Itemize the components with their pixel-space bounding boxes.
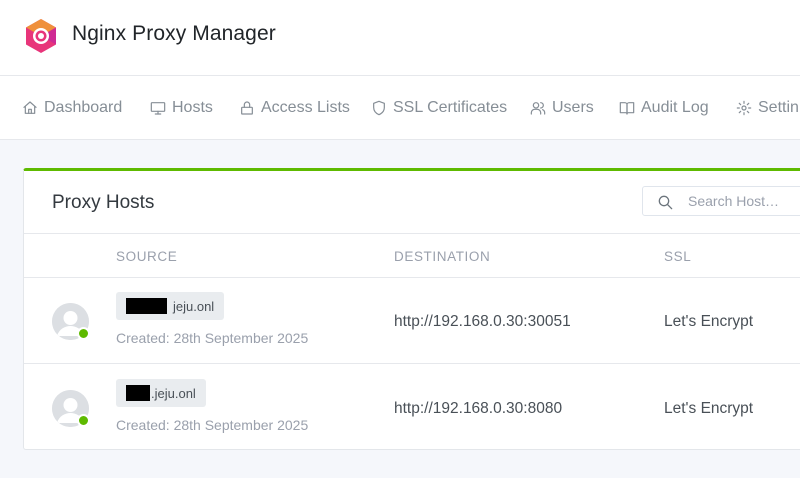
nav-item-access-lists[interactable]: Access Lists [239,97,350,119]
main-nav: Dashboard Hosts Access Lists SSL Certifi… [0,76,800,140]
nav-item-dashboard[interactable]: Dashboard [22,97,122,119]
monitor-icon [150,102,166,115]
card-title: Proxy Hosts [52,192,155,213]
search-icon [658,195,673,210]
app-title[interactable]: Nginx Proxy Manager [72,22,276,46]
destination-url: http://192.168.0.30:30051 [394,313,571,330]
redacted-block [126,298,167,314]
domain-text: jeju.onl [173,298,215,314]
app-logo-icon[interactable] [24,18,58,54]
search-input[interactable] [688,192,800,210]
home-icon [23,101,37,114]
domain-text: .jeju.onl [151,385,196,401]
book-open-icon [619,102,635,115]
proxy-hosts-card: Proxy Hosts SOURCE DESTINATION SSL jeju.… [23,168,800,450]
created-date: Created: 28th September 2025 [116,417,309,433]
domain-tag[interactable]: jeju.onl [116,292,225,320]
nav-item-label: Hosts [172,99,213,116]
destination-url: http://192.168.0.30:8080 [394,400,563,417]
ssl-provider: Let's Encrypt [664,313,754,330]
column-header-ssl[interactable]: SSL [664,249,691,264]
table-header: SOURCE DESTINATION SSL [24,233,800,278]
status-online-indicator [77,327,90,340]
users-icon [530,102,546,115]
domain-tag[interactable]: .jeju.onl [116,379,206,407]
nav-item-label: Settin [758,99,799,116]
nav-item-settings[interactable]: Settin [736,97,799,119]
nav-item-audit-log[interactable]: Audit Log [619,97,709,119]
app-header: Nginx Proxy Manager [0,0,800,76]
nav-item-users[interactable]: Users [530,97,594,119]
status-online-indicator [77,414,90,427]
nav-item-hosts[interactable]: Hosts [150,97,213,119]
nav-item-label: Users [552,99,594,116]
nav-item-label: SSL Certificates [393,99,508,116]
nav-item-label: Access Lists [261,99,350,116]
nav-item-label: Dashboard [44,99,123,116]
shield-icon [373,100,385,116]
column-header-destination[interactable]: DESTINATION [394,249,490,264]
ssl-provider: Let's Encrypt [664,400,754,417]
table-row[interactable]: jeju.onl Created: 28th September 2025 ht… [24,278,800,364]
column-header-source[interactable]: SOURCE [116,249,177,264]
nav-item-ssl-certificates[interactable]: SSL Certificates [371,97,507,119]
table-row[interactable]: .jeju.onl Created: 28th September 2025 h… [24,365,800,449]
redacted-block [126,385,150,401]
nav-item-label: Audit Log [641,99,709,116]
gear-icon [736,100,752,116]
created-date: Created: 28th September 2025 [116,330,309,346]
lock-icon [241,101,253,115]
search-box[interactable] [642,186,800,216]
